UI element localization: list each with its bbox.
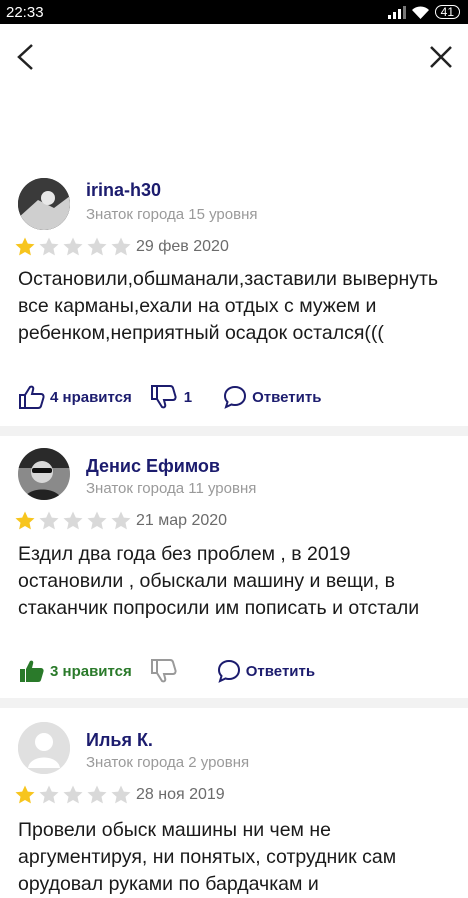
review-text: Провели обыск машины ни чем не аргументи… (18, 819, 397, 895)
review-date: 28 ноя 2019 (136, 786, 225, 803)
dislike-button[interactable] (150, 658, 178, 684)
reply-button[interactable]: Ответить (216, 658, 315, 684)
review-author-badge: Знаток города 11 уровня (86, 480, 257, 497)
like-count: 3 нравится (50, 662, 132, 680)
thumbs-up-icon (19, 385, 45, 409)
review-date: 21 мар 2020 (136, 512, 228, 529)
review-author[interactable]: irina-h30 (86, 180, 161, 201)
star-empty-icon (63, 785, 83, 804)
star-empty-icon (87, 511, 107, 530)
star-empty-icon (39, 785, 59, 804)
star-empty-icon (63, 237, 83, 256)
star-empty-icon (111, 511, 131, 530)
wifi-icon (411, 5, 429, 19)
star-empty-icon (87, 237, 107, 256)
like-button[interactable]: 3 нравится (18, 658, 132, 684)
top-bar (0, 24, 468, 90)
review-author-badge: Знаток города 15 уровня (86, 206, 258, 223)
thumbs-down-icon (150, 659, 177, 683)
review-date: 29 фев 2020 (136, 238, 229, 255)
avatar[interactable] (18, 448, 70, 500)
star-empty-icon (111, 237, 131, 256)
signal-icon (387, 5, 406, 19)
dislike-count: 1 (183, 388, 193, 406)
rating-stars (14, 784, 132, 806)
reply-label: Ответить (252, 388, 322, 406)
divider (0, 698, 468, 708)
reply-button[interactable]: Ответить (222, 384, 321, 410)
star-empty-icon (39, 511, 59, 530)
reply-label: Ответить (245, 662, 316, 680)
star-empty-icon (63, 511, 83, 530)
star-empty-icon (111, 785, 131, 804)
review-text: Остановили,обшманали,заставили вывернуть… (18, 268, 439, 344)
review-author[interactable]: Илья К. (86, 730, 153, 751)
close-icon[interactable] (428, 44, 454, 70)
star-empty-icon (87, 785, 107, 804)
review-author-badge: Знаток города 2 уровня (86, 754, 250, 771)
review-text: Ездил два года без проблем , в 2019 оста… (18, 543, 420, 619)
status-time: 22:33 (6, 3, 44, 21)
thumbs-down-icon (150, 385, 177, 409)
divider (0, 426, 468, 436)
rating-stars (14, 510, 132, 532)
review-author[interactable]: Денис Ефимов (86, 456, 220, 477)
back-arrow-icon[interactable] (12, 42, 40, 72)
thumbs-up-filled-icon (20, 660, 44, 682)
status-icons: 41 (387, 5, 460, 19)
rating-stars (14, 236, 132, 258)
star-filled-icon (15, 511, 35, 530)
comment-icon (224, 385, 247, 409)
star-filled-icon (15, 237, 35, 256)
star-filled-icon (15, 785, 35, 804)
battery-icon: 41 (434, 5, 460, 19)
like-count: 4 нравится (50, 388, 132, 406)
like-button[interactable]: 4 нравится (18, 384, 132, 410)
dislike-button[interactable]: 1 (150, 384, 192, 410)
status-bar: 22:33 41 (0, 0, 468, 24)
avatar[interactable] (18, 722, 70, 774)
review-actions: 4 нравится 1 Ответить (18, 384, 321, 410)
review-actions: 3 нравится Ответить (18, 658, 315, 684)
avatar[interactable] (18, 178, 70, 230)
star-empty-icon (39, 237, 59, 256)
comment-icon (217, 659, 240, 683)
